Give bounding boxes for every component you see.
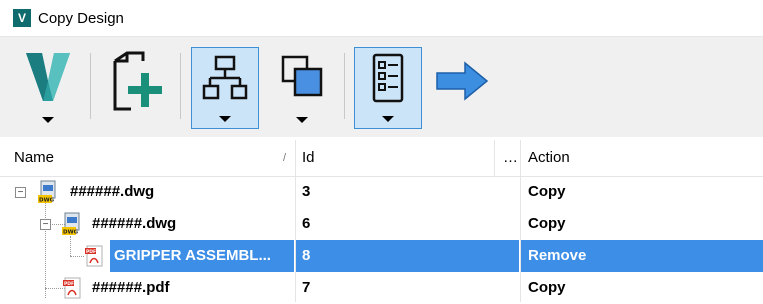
toolbar-divider (90, 53, 91, 119)
row-name: GRIPPER ASSEMBL... (114, 247, 271, 264)
row-action[interactable]: Copy (528, 272, 566, 304)
autodesk-vault-v-icon (26, 53, 70, 101)
column-header-name[interactable]: Name (14, 140, 54, 176)
add-file-button[interactable] (100, 47, 170, 129)
list-view-button[interactable] (354, 47, 422, 129)
title-bar: V Copy Design (0, 0, 763, 36)
column-header-id[interactable]: Id (302, 140, 315, 176)
column-header-more[interactable]: … (503, 140, 518, 176)
table-row[interactable]: − DWG ######.dwg 3 Copy (0, 176, 763, 208)
row-id: 8 (302, 247, 311, 264)
column-header-action[interactable]: Action (528, 140, 570, 176)
overlap-view-button[interactable] (268, 47, 336, 129)
dropdown-arrow-icon (296, 117, 308, 123)
pdf-file-icon: PDF (63, 277, 81, 299)
overlapping-squares-icon (281, 55, 323, 97)
row-action[interactable]: Remove (528, 240, 586, 272)
row-action[interactable]: Copy (528, 208, 566, 240)
toolbar-divider (180, 53, 181, 119)
list-icon (372, 53, 404, 103)
row-id: 3 (302, 183, 311, 200)
svg-text:DWG: DWG (39, 198, 55, 204)
dropdown-arrow-icon (219, 116, 231, 122)
column-divider[interactable] (520, 140, 521, 176)
selection-highlight (296, 240, 519, 272)
grid-header: Name / Id … Action (0, 140, 763, 177)
dropdown-arrow-icon (382, 116, 394, 122)
window-title: Copy Design (38, 9, 124, 27)
vault-menu-button[interactable] (14, 47, 82, 129)
right-arrow-icon (436, 61, 489, 101)
toolbar-divider (344, 53, 345, 119)
tree-view-button[interactable] (191, 47, 259, 129)
column-divider[interactable] (295, 140, 296, 176)
collapse-toggle-icon[interactable]: − (15, 187, 26, 198)
dwg-file-icon: DWG (62, 212, 80, 236)
collapse-toggle-icon[interactable]: − (40, 219, 51, 230)
row-name: ######.dwg (70, 183, 155, 200)
dropdown-arrow-icon (42, 117, 54, 123)
row-name: ######.pdf (92, 279, 170, 296)
app-icon: V (13, 9, 31, 27)
next-arrow-button[interactable] (430, 47, 494, 129)
table-row-selected[interactable]: PDF GRIPPER ASSEMBL... 8 Remove (0, 240, 763, 272)
dwg-file-icon: DWG (38, 180, 56, 204)
hierarchy-tree-icon (202, 55, 248, 100)
svg-text:PDF: PDF (64, 281, 74, 287)
pdf-file-icon: PDF (85, 245, 103, 267)
new-file-plus-icon (113, 51, 162, 111)
svg-text:DWG: DWG (63, 230, 79, 236)
svg-text:PDF: PDF (86, 249, 96, 255)
row-name: ######.dwg (92, 215, 177, 232)
table-row[interactable]: PDF ######.pdf 7 Copy (0, 272, 763, 304)
toolbar (0, 36, 763, 137)
column-divider[interactable] (494, 140, 495, 176)
column-resize-icon: / (283, 152, 287, 164)
table-row[interactable]: − DWG ######.dwg 6 Copy (0, 208, 763, 240)
row-id: 6 (302, 215, 311, 232)
row-action[interactable]: Copy (528, 176, 566, 208)
row-id: 7 (302, 279, 311, 296)
